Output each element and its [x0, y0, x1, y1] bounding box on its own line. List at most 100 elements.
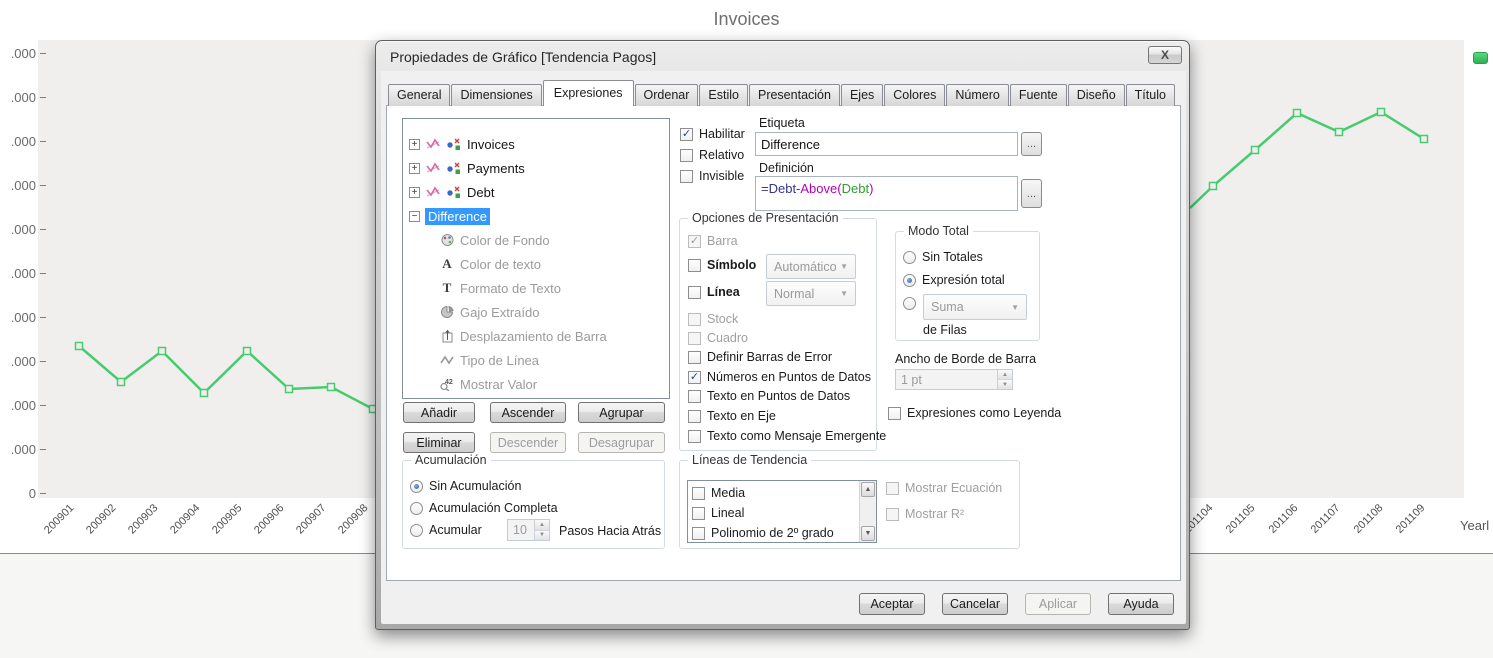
expression-field-part: =Debt-	[761, 181, 801, 196]
tree-item-invoices[interactable]: + Invoices	[403, 132, 669, 156]
dropdown-linea: Normal ▼	[766, 281, 856, 306]
y-tick	[40, 228, 46, 230]
y-tick	[40, 272, 46, 274]
y-axis-label: 0	[0, 485, 46, 501]
expression-tree[interactable]: + Invoices + Payments + Debt − Differenc…	[402, 118, 670, 399]
tree-subitem-mostrar-valor[interactable]: 42 Mostrar Valor	[403, 372, 669, 396]
tree-subitem-formato-de-texto[interactable]: T Formato de Texto	[403, 276, 669, 300]
y-tick	[40, 404, 46, 406]
spin-down-icon[interactable]: ▼	[535, 530, 549, 540]
checkbox-box	[688, 312, 701, 326]
de-filas-label: de Filas	[923, 323, 967, 337]
y-tick	[40, 52, 46, 54]
close-button[interactable]: X	[1148, 46, 1182, 64]
radio-circle	[410, 501, 423, 515]
ascender-button[interactable]: Ascender	[490, 402, 566, 423]
trend-lines-list[interactable]: Media Lineal Polinomio de 2º grado ▲ ▼	[687, 480, 877, 543]
cancelar-button[interactable]: Cancelar	[942, 593, 1008, 615]
tree-item-payments[interactable]: + Payments	[403, 156, 669, 180]
checkbox-texto-en-eje[interactable]: Texto en Eje	[688, 409, 776, 423]
checkbox-relativo[interactable]: Relativo	[680, 148, 744, 162]
dropdown-simbolo: Automático ▼	[766, 254, 856, 279]
spin-up-icon[interactable]: ▲	[535, 520, 549, 531]
aplicar-button: Aplicar	[1025, 593, 1091, 615]
definicion-label: Definición	[759, 161, 814, 175]
tab-general[interactable]: General	[388, 84, 451, 106]
radio-acumular[interactable]: Acumular	[410, 523, 482, 537]
expression-paren: )	[869, 181, 874, 196]
ayuda-button[interactable]: Ayuda	[1108, 593, 1174, 615]
definicion-browse-button[interactable]: ...	[1021, 179, 1042, 208]
y-tick	[40, 360, 46, 362]
checkbox-stock: Stock	[688, 312, 738, 326]
palette-icon	[439, 233, 455, 247]
y-axis-label: .000	[0, 265, 46, 281]
tab-fuente[interactable]: Fuente	[1009, 84, 1067, 106]
checkbox-box	[886, 507, 899, 521]
expression-function-part: Above(	[800, 181, 842, 196]
radio-expresion-total[interactable]: Expresión total	[903, 273, 1005, 287]
bar-offset-icon	[439, 329, 455, 343]
expand-icon[interactable]: +	[409, 162, 420, 174]
radio-sin-acumulacion[interactable]: Sin Acumulación	[410, 479, 521, 493]
scroll-up-icon[interactable]: ▲	[861, 482, 875, 497]
checkbox-invisible[interactable]: Invisible	[680, 169, 744, 183]
checkbox-definir-barras-error[interactable]: Definir Barras de Error	[688, 350, 832, 364]
checkbox-lineal[interactable]: Lineal	[692, 506, 744, 520]
y-tick	[40, 184, 46, 186]
text-format-icon: T	[442, 280, 452, 295]
tree-subitem-color-de-fondo[interactable]: Color de Fondo	[403, 228, 669, 252]
agrupar-button[interactable]: Agrupar	[578, 402, 665, 423]
checkbox-texto-puntos-datos[interactable]: Texto en Puntos de Datos	[688, 389, 850, 403]
expand-icon[interactable]: +	[409, 186, 420, 198]
checkbox-linea[interactable]: Línea	[688, 285, 740, 299]
collapse-icon[interactable]: −	[409, 210, 420, 222]
radio-suma-de-filas[interactable]	[903, 297, 916, 310]
tab-presentacion[interactable]: Presentación	[748, 84, 840, 106]
checkbox-box	[688, 285, 701, 299]
checkbox-numeros-puntos-datos[interactable]: ✓ Números en Puntos de Datos	[688, 370, 871, 384]
spin-down-icon[interactable]: ▼	[998, 380, 1012, 389]
checkbox-texto-mensaje-emergente[interactable]: Texto como Mensaje Emergente	[688, 429, 886, 443]
tree-subitem-desplazamiento-de-barra[interactable]: Desplazamiento de Barra	[403, 324, 669, 348]
etiqueta-browse-button[interactable]: ...	[1021, 132, 1042, 156]
tree-subitem-tipo-de-linea[interactable]: Tipo de Línea	[403, 348, 669, 372]
trend-list-scrollbar[interactable]: ▲ ▼	[859, 481, 876, 542]
tree-subitem-color-de-texto[interactable]: A Color de texto	[403, 252, 669, 276]
descender-button: Descender	[490, 432, 566, 453]
tab-estilo[interactable]: Estilo	[699, 84, 748, 106]
tab-colores[interactable]: Colores	[884, 84, 946, 106]
aceptar-button[interactable]: Aceptar	[859, 593, 925, 615]
checkbox-expresiones-como-leyenda[interactable]: Expresiones como Leyenda	[888, 406, 1061, 420]
tab-numero[interactable]: Número	[946, 84, 1009, 106]
radio-acumulacion-completa[interactable]: Acumulación Completa	[410, 501, 558, 515]
chart-expression-icon	[425, 185, 441, 199]
tab-diseno[interactable]: Diseño	[1067, 84, 1125, 106]
tree-item-difference[interactable]: − Difference	[403, 204, 669, 228]
legend-series-marker	[1473, 52, 1488, 64]
y-axis-label: .000	[0, 177, 46, 193]
tree-subitem-gajo-extraido[interactable]: Gajo Extraído	[403, 300, 669, 324]
tab-expresiones[interactable]: Expresiones	[542, 80, 634, 106]
scroll-down-icon[interactable]: ▼	[861, 526, 875, 541]
checkbox-habilitar[interactable]: ✓ Habilitar	[680, 127, 745, 141]
tab-ejes[interactable]: Ejes	[840, 84, 884, 106]
spin-up-icon[interactable]: ▲	[998, 370, 1012, 380]
anadir-button[interactable]: Añadir	[403, 402, 475, 423]
radio-sin-totales[interactable]: Sin Totales	[903, 250, 983, 264]
tree-item-debt[interactable]: + Debt	[403, 180, 669, 204]
checkbox-polinomio-2-grado[interactable]: Polinomio de 2º grado	[692, 526, 834, 540]
checkbox-box	[886, 481, 899, 495]
checkbox-media[interactable]: Media	[692, 486, 745, 500]
y-tick	[40, 492, 46, 494]
definicion-input[interactable]: =Debt- Above(Debt)	[755, 176, 1018, 211]
eliminar-button[interactable]: Eliminar	[403, 432, 475, 453]
tab-titulo[interactable]: Título	[1125, 84, 1175, 106]
tab-ordenar[interactable]: Ordenar	[634, 84, 699, 106]
etiqueta-input[interactable]: Difference	[755, 132, 1018, 156]
expand-icon[interactable]: +	[409, 138, 420, 150]
y-axis-label: .000	[0, 133, 46, 149]
checkbox-simbolo[interactable]: Símbolo	[688, 258, 756, 272]
tab-dimensiones[interactable]: Dimensiones	[451, 84, 542, 106]
radio-circle	[903, 250, 916, 264]
